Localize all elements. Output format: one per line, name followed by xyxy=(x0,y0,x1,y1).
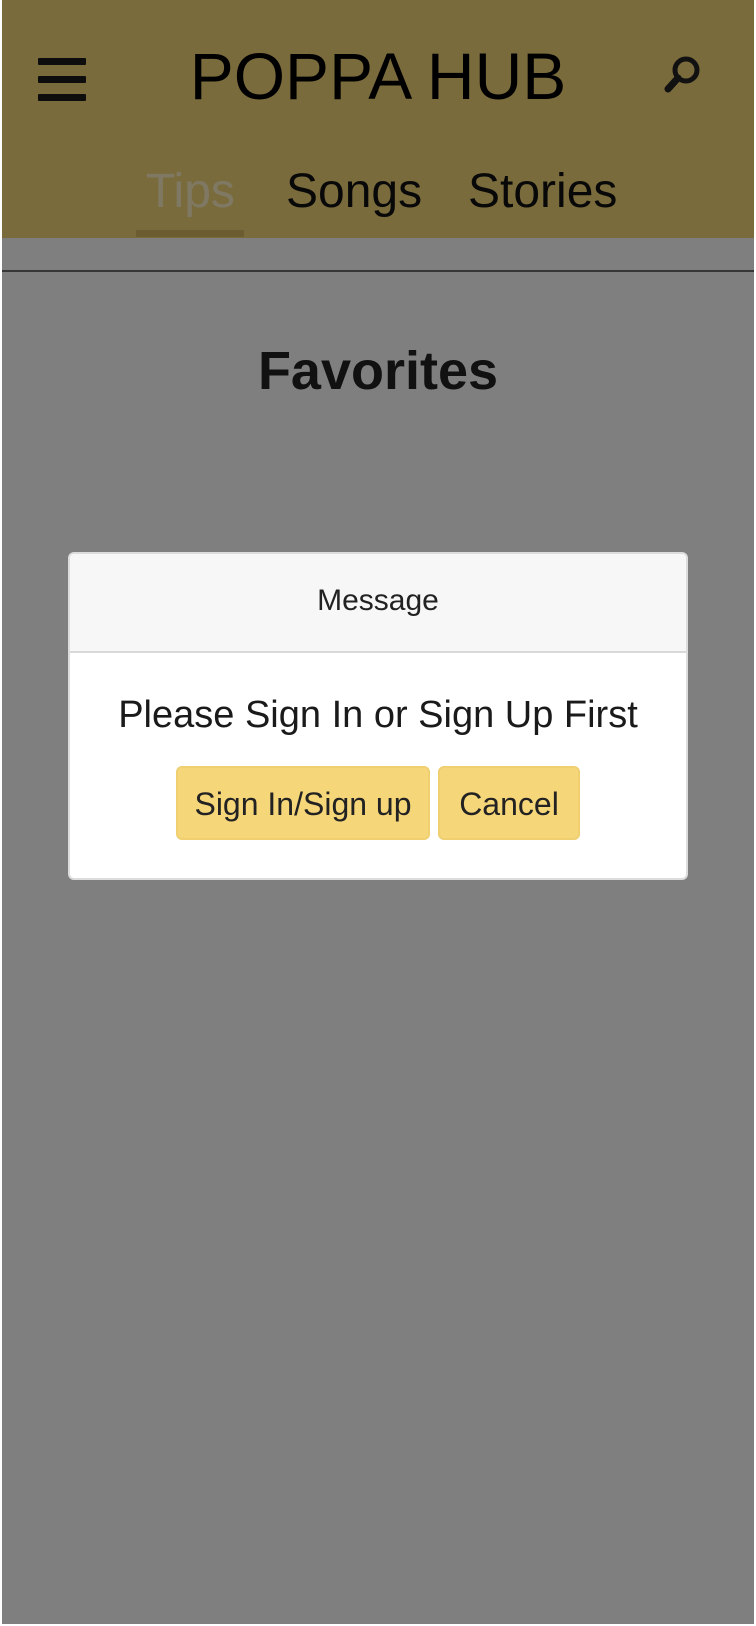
dialog-message: Please Sign In or Sign Up First xyxy=(118,694,638,736)
dialog-title: Message xyxy=(317,584,439,617)
dialog-header: Message xyxy=(70,554,686,653)
sign-in-sign-up-button[interactable]: Sign In/Sign up xyxy=(176,766,430,840)
cancel-button[interactable]: Cancel xyxy=(438,766,580,840)
sign-in-required-dialog: Message Please Sign In or Sign Up First … xyxy=(68,552,688,880)
app-screen: POPPA HUB Tips Songs Stories Favorites M… xyxy=(2,0,754,1624)
